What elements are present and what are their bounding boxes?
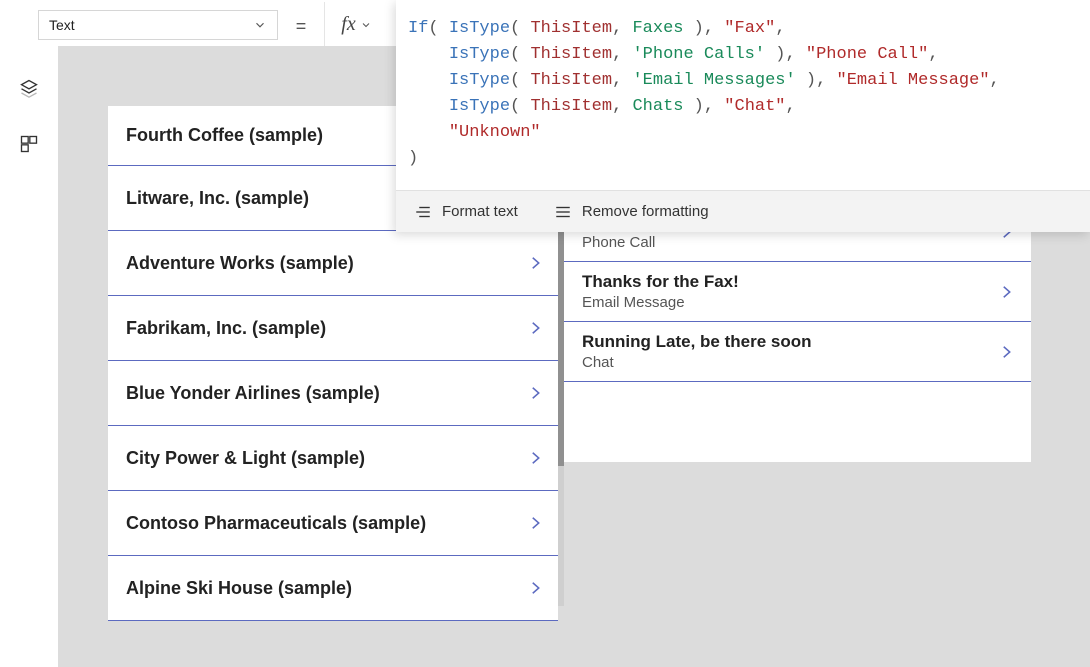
list-item-title: Fourth Coffee (sample) xyxy=(126,125,323,146)
list-item[interactable]: Thanks for the Fax! Email Message xyxy=(564,262,1031,322)
list-item-title: Fabrikam, Inc. (sample) xyxy=(126,318,326,339)
formula-editor[interactable]: If( IsType( ThisItem, Faxes ), "Fax", Is… xyxy=(396,0,1090,190)
list-item[interactable]: Fabrikam, Inc. (sample) xyxy=(108,296,558,361)
chevron-right-icon[interactable] xyxy=(526,254,544,272)
list-item-subtitle: Chat xyxy=(582,354,812,371)
list-item[interactable]: Alpine Ski House (sample) xyxy=(108,556,558,621)
list-item-title: Adventure Works (sample) xyxy=(126,253,354,274)
formula-editor-panel: If( IsType( ThisItem, Faxes ), "Fax", Is… xyxy=(396,0,1090,232)
list-item-title: Running Late, be there soon xyxy=(582,332,812,352)
format-text-label: Format text xyxy=(442,203,518,220)
nav-rail xyxy=(0,0,58,667)
chevron-right-icon[interactable] xyxy=(997,283,1015,301)
format-text-button[interactable]: Format text xyxy=(414,203,518,221)
property-dropdown-value: Text xyxy=(49,17,75,33)
list-item-title: City Power & Light (sample) xyxy=(126,448,365,469)
list-item[interactable]: Adventure Works (sample) xyxy=(108,231,558,296)
equals-label: = xyxy=(278,6,324,46)
list-item-subtitle: Phone Call xyxy=(582,234,845,251)
chevron-right-icon[interactable] xyxy=(526,449,544,467)
remove-formatting-button[interactable]: Remove formatting xyxy=(554,203,709,221)
chevron-down-icon xyxy=(360,18,372,30)
formula-toolbar: Format text Remove formatting xyxy=(396,190,1090,232)
layers-icon[interactable] xyxy=(19,78,39,98)
list-item[interactable]: Contoso Pharmaceuticals (sample) xyxy=(108,491,558,556)
chevron-right-icon[interactable] xyxy=(997,343,1015,361)
list-item-title: Alpine Ski House (sample) xyxy=(126,578,352,599)
property-dropdown[interactable]: Text xyxy=(38,10,278,40)
list-item[interactable]: City Power & Light (sample) xyxy=(108,426,558,491)
chevron-right-icon[interactable] xyxy=(526,384,544,402)
list-item-title: Blue Yonder Airlines (sample) xyxy=(126,383,380,404)
chevron-right-icon[interactable] xyxy=(526,579,544,597)
list-item-subtitle: Email Message xyxy=(582,294,739,311)
fx-icon: fx xyxy=(341,13,355,36)
list-item-title: Thanks for the Fax! xyxy=(582,272,739,292)
chevron-down-icon xyxy=(253,18,267,32)
chevron-right-icon[interactable] xyxy=(526,514,544,532)
components-icon[interactable] xyxy=(19,134,39,154)
format-icon xyxy=(414,203,432,221)
remove-format-icon xyxy=(554,203,572,221)
list-item-title: Litware, Inc. (sample) xyxy=(126,188,309,209)
list-item[interactable]: Running Late, be there soon Chat xyxy=(564,322,1031,382)
chevron-right-icon[interactable] xyxy=(526,319,544,337)
fx-button[interactable]: fx xyxy=(324,2,388,46)
remove-formatting-label: Remove formatting xyxy=(582,203,709,220)
list-item[interactable]: Blue Yonder Airlines (sample) xyxy=(108,361,558,426)
list-item-title: Contoso Pharmaceuticals (sample) xyxy=(126,513,426,534)
